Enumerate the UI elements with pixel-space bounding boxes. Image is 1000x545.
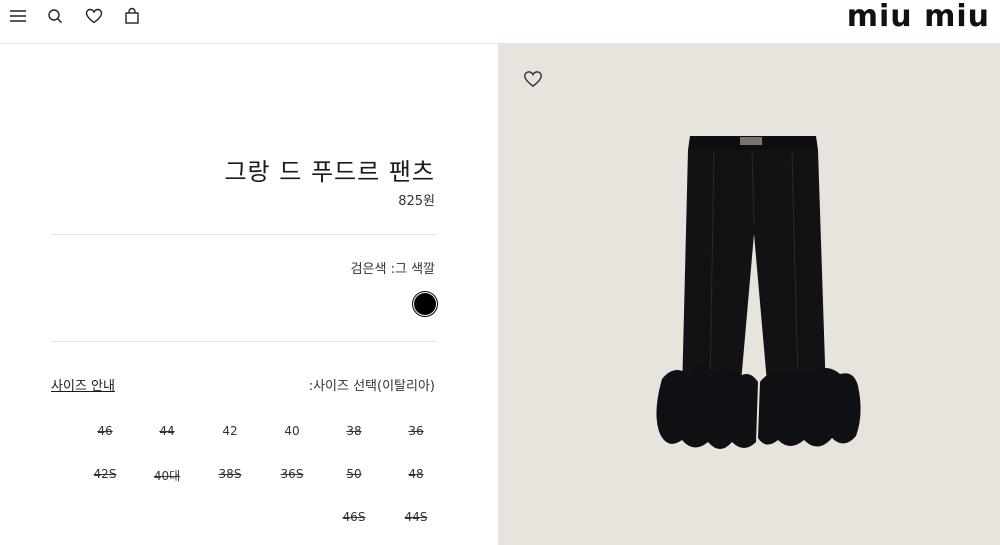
- size-option[interactable]: 46S: [329, 510, 379, 524]
- size-option[interactable]: 38S: [205, 467, 255, 481]
- size-option[interactable]: 42: [205, 424, 255, 438]
- size-option[interactable]: 42S: [80, 467, 130, 481]
- size-option[interactable]: 48: [391, 467, 441, 481]
- bag-icon[interactable]: [122, 6, 142, 26]
- size-guide-link[interactable]: 사이즈 안내: [51, 375, 115, 394]
- divider: [51, 234, 436, 235]
- size-option[interactable]: 40: [267, 424, 317, 438]
- wishlist-heart-icon[interactable]: [522, 68, 544, 90]
- product-info-panel: 그랑 드 푸드르 팬츠 825원 검은색 :그 색깔 사이즈 안내 :사이즈 선…: [0, 44, 498, 545]
- color-label: 검은색 :그 색깔: [350, 262, 435, 277]
- size-option[interactable]: 38: [329, 424, 379, 438]
- heart-icon[interactable]: [84, 6, 104, 26]
- divider: [51, 341, 436, 342]
- product-title: 그랑 드 푸드르 팬츠: [224, 158, 435, 186]
- size-option[interactable]: 44: [142, 424, 192, 438]
- search-icon[interactable]: [45, 6, 65, 26]
- menu-icon[interactable]: [8, 6, 28, 26]
- product-price: 825원: [398, 194, 435, 209]
- size-select-label: :사이즈 선택(이탈리아): [308, 379, 435, 394]
- size-option[interactable]: 50: [329, 467, 379, 481]
- product-image-panel: [498, 44, 1000, 545]
- size-option[interactable]: 36S: [267, 467, 317, 481]
- site-header: miu miu: [0, 0, 1000, 44]
- product-image: [656, 136, 861, 449]
- size-option[interactable]: 46: [80, 424, 130, 438]
- size-option[interactable]: 40대: [142, 467, 192, 484]
- color-swatch-black[interactable]: [414, 293, 436, 315]
- brand-logo[interactable]: miu miu: [847, 2, 990, 32]
- size-option[interactable]: 36: [391, 424, 441, 438]
- size-option[interactable]: 44S: [391, 510, 441, 524]
